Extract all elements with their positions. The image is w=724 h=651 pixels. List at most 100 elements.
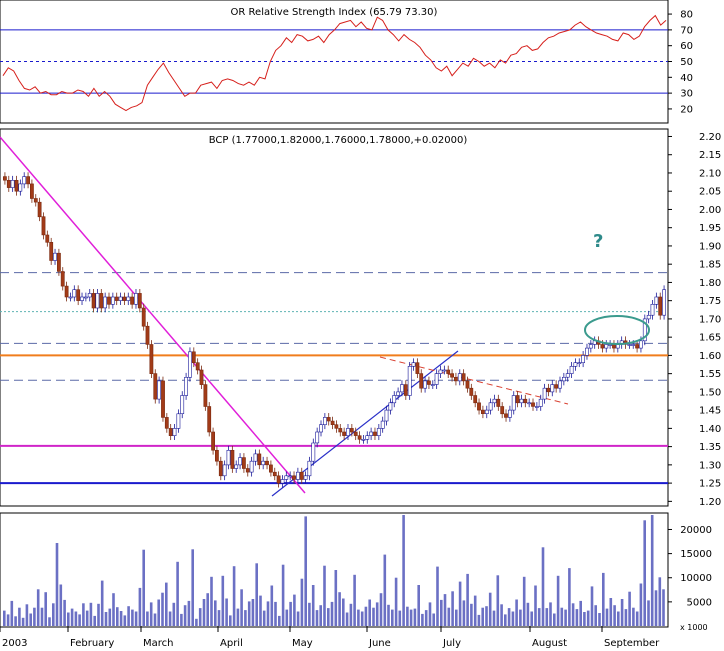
candle-body: [33, 198, 38, 203]
price-tick-label: 1.45: [699, 406, 721, 417]
candle-body: [573, 362, 578, 367]
candle-body: [242, 457, 246, 469]
rsi-panel-frame: [0, 0, 669, 124]
price-tick-label: 1.40: [699, 424, 721, 435]
candle-body: [141, 307, 146, 327]
rsi-tick-label: 70: [680, 25, 693, 36]
volume-bar: [14, 616, 17, 626]
volume-bar: [658, 577, 662, 626]
volume-bar: [617, 611, 620, 626]
candle-body: [245, 468, 250, 473]
volume-bar: [278, 615, 281, 626]
volume-bar: [586, 610, 590, 626]
candle-body: [41, 216, 46, 236]
candle-body: [6, 180, 11, 188]
volume-bar: [511, 611, 515, 626]
price-tick-label: 1.20: [699, 497, 721, 508]
candle-body: [215, 449, 219, 462]
candle-body: [191, 351, 196, 363]
candle-body: [527, 402, 532, 405]
rsi-tick-label: 80: [680, 10, 693, 21]
volume-bar: [82, 603, 85, 626]
candle-body: [261, 460, 266, 466]
candle-body: [37, 201, 42, 218]
candle-body: [14, 180, 19, 192]
candle-body: [107, 296, 111, 305]
volume-bar: [183, 605, 187, 626]
candle-body: [442, 369, 447, 372]
volume-bar: [662, 589, 665, 626]
candle-body: [515, 395, 520, 404]
candle-body: [280, 479, 285, 484]
volume-bar: [466, 573, 469, 626]
volume-bar: [338, 592, 341, 626]
candle-body: [650, 303, 655, 316]
price-panel: BCP (1.77000,1.82000,1.76000,1.78000,+0.…: [0, 128, 721, 508]
rsi-panel: OR Relative Strength Index (65.79 73.30)…: [0, 0, 693, 124]
candle-body: [542, 387, 547, 400]
candle-body: [315, 431, 320, 444]
candle-body: [149, 344, 154, 375]
candle-body: [465, 380, 470, 389]
volume-bar: [345, 612, 349, 626]
volume-bar: [368, 599, 371, 626]
volume-bar: [553, 613, 556, 626]
candle-body: [338, 428, 343, 433]
candle-body: [446, 369, 451, 374]
volume-bar: [67, 612, 70, 626]
candle-body: [76, 289, 81, 301]
volume-bar: [78, 614, 81, 626]
volume-bar: [165, 582, 168, 626]
price-tick-label: 1.95: [699, 223, 721, 234]
volume-bar: [323, 565, 326, 626]
volume-bar: [364, 606, 368, 626]
volume-bar: [492, 610, 496, 626]
candle-body: [114, 296, 119, 301]
candle-body: [577, 362, 582, 365]
volume-bar: [620, 599, 624, 626]
volume-bar: [500, 604, 503, 626]
volume-bar: [300, 578, 304, 626]
volume-bar: [221, 575, 225, 626]
rsi-y-axis: 80 70 60 50 40 30 20: [668, 10, 693, 115]
candle-body: [172, 428, 177, 436]
volume-bar: [206, 593, 209, 626]
candle-body: [218, 460, 223, 477]
rsi-title: OR Relative Strength Index (65.79 73.30): [231, 7, 438, 18]
volume-bar: [85, 610, 89, 626]
volume-bar: [605, 608, 609, 626]
candle-body: [122, 296, 127, 301]
volume-bar: [485, 606, 488, 626]
candle-body: [153, 373, 158, 400]
volume-bar: [296, 611, 300, 626]
volume-bar: [70, 608, 74, 626]
volume-bar: [402, 515, 405, 626]
candle-body: [411, 362, 416, 367]
volume-bar: [18, 607, 21, 626]
volume-bar: [123, 615, 127, 626]
price-tick-label: 1.75: [699, 296, 721, 307]
price-tick-label: 2.20: [699, 132, 721, 143]
candle-body: [53, 252, 57, 261]
volume-bar: [379, 593, 383, 626]
volume-bar: [255, 563, 258, 626]
volume-bar: [319, 605, 322, 626]
x-tick-label: June: [368, 638, 391, 649]
candle-body: [26, 176, 31, 185]
candle-body: [558, 380, 562, 389]
volume-bar: [240, 589, 243, 626]
stock-chart: OR Relative Strength Index (65.79 73.30)…: [0, 0, 721, 649]
candle-body: [384, 409, 389, 422]
candle-body: [638, 340, 643, 349]
volume-bar: [360, 611, 364, 626]
volume-bar: [424, 610, 428, 626]
candle-body: [550, 384, 555, 393]
volume-bar: [534, 585, 537, 626]
volume-bar: [417, 585, 420, 626]
volume-bar: [613, 605, 616, 626]
rsi-tick-label: 30: [680, 89, 693, 100]
price-tick-label: 1.65: [699, 333, 721, 344]
volume-bar: [372, 607, 375, 626]
volume-bar: [330, 601, 334, 626]
volume-bar: [187, 600, 191, 626]
